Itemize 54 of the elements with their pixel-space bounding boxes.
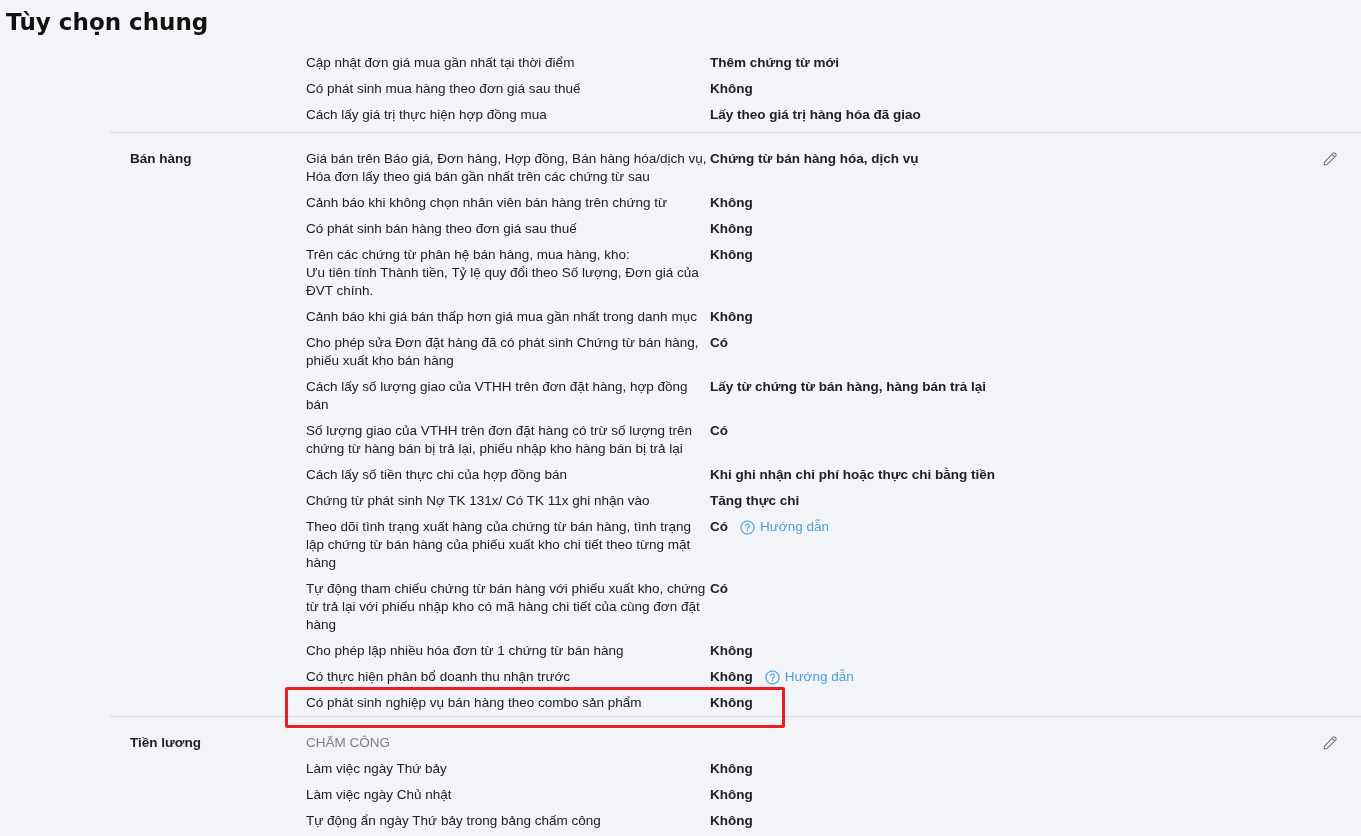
option-value: Không: [710, 194, 753, 212]
option-label: Số lượng giao của VTHH trên đơn đặt hàng có trừ số lượng trên chứng từ hàng bán bị trả lại, phiếu nhập kho hàng bán bị trả lại: [306, 422, 694, 458]
option-label: Có phát sinh mua hàng theo đơn giá sau thuế: [306, 80, 582, 98]
option-value: Không: [710, 760, 753, 778]
option-label: Cách lấy giá trị thực hiện hợp đồng mua: [306, 106, 548, 124]
page-title: Tùy chọn chung: [5, 8, 210, 37]
option-label: Làm việc ngày Chủ nhật: [306, 786, 453, 804]
help-icon: [740, 519, 755, 535]
pencil-icon: [1322, 735, 1338, 751]
option-value: Có: [710, 422, 728, 440]
option-value: Tăng thực chi: [710, 492, 800, 510]
option-label: Cho phép sửa Đơn đặt hàng đã có phát sinh Chứng từ bán hàng, phiếu xuất kho bán hàng: [306, 334, 700, 370]
option-value: Không: [710, 694, 753, 712]
option-value: Không: [710, 642, 753, 660]
option-value: Không: [710, 786, 753, 804]
option-label: Cách lấy số tiền thực chi của hợp đồng bán: [306, 466, 569, 484]
edit-button[interactable]: [1321, 150, 1339, 168]
option-value: Có: [710, 580, 728, 598]
option-value: Không: [710, 220, 753, 238]
edit-button[interactable]: [1321, 734, 1339, 752]
option-label: Chứng từ phát sinh Nợ TK 131x/ Có TK 11x ghi nhận vào: [306, 492, 651, 510]
option-label: Làm việc ngày Thứ bảy: [306, 760, 448, 778]
option-value: Lấy từ chứng từ bán hàng, hàng bán trả lại: [710, 378, 987, 396]
help-icon: [764, 669, 780, 685]
option-label: Tự động tham chiếu chứng từ bán hàng với phiếu xuất kho, chứng từ trả lại với phiếu nhập kho có mã hàng chi tiết của cùng đơn đặt hàng: [306, 580, 707, 634]
option-label: Theo dõi tình trạng xuất hàng của chứng từ bán hàng, tình trạng lập chứng từ bán hàng của phiếu xuất kho chi tiết theo từng mặt hàng: [306, 518, 693, 572]
option-value: Thêm chứng từ mới: [710, 54, 839, 72]
option-value: Không: [710, 812, 753, 830]
option-value: Không: [710, 246, 753, 264]
option-value: Khi ghi nhận chi phí hoặc thực chi bằng tiền: [710, 466, 996, 484]
option-value: Không: [710, 308, 753, 326]
option-value: Lấy theo giá trị hàng hóa đã giao: [710, 106, 921, 124]
option-label: Giá bán trên Báo giá, Đơn hàng, Hợp đồng, Bán hàng hóa/dịch vụ, Hóa đơn lấy theo giá bán gần nhất trên các chứng từ sau: [306, 150, 708, 186]
pencil-icon: [1322, 151, 1338, 167]
option-value: Không: [710, 80, 753, 98]
section-label: Bán hàng: [129, 150, 193, 168]
option-label: Cảnh báo khi không chọn nhân viên bán hàng trên chứng từ: [306, 194, 669, 212]
option-label: Cho phép lập nhiều hóa đơn từ 1 chứng từ bán hàng: [306, 642, 625, 660]
option-label: Cập nhật đơn giá mua gần nhất tại thời điểm: [306, 54, 576, 72]
help-link[interactable]: Hướng dẫn: [764, 668, 854, 686]
option-label: Tự động ẩn ngày Thứ bảy trong bảng chấm công: [306, 812, 602, 830]
option-label: Có phát sinh bán hàng theo đơn giá sau thuế: [306, 220, 578, 238]
option-label: Cách lấy số lượng giao của VTHH trên đơn đặt hàng, hợp đồng bán: [306, 378, 689, 414]
option-value: Không: [710, 668, 753, 686]
option-value: Chứng từ bán hàng hóa, dịch vụ: [710, 150, 919, 168]
help-link[interactable]: Hướng dẫn: [740, 518, 829, 536]
option-label: Có phát sinh nghiệp vụ bán hàng theo combo sản phẩm: [306, 694, 643, 712]
subsection-heading: CHẤM CÔNG: [306, 734, 391, 752]
option-label: Trên các chứng từ phân hệ bán hàng, mua hàng, kho: Ưu tiên tính Thành tiền, Tỷ lệ quy đổi theo Số lượng, Đơn giá của ĐVT chính.: [306, 246, 700, 300]
option-label: Có thực hiện phân bổ doanh thu nhận trước: [306, 668, 572, 686]
section-label: Tiền lương: [129, 734, 202, 752]
option-label: Cảnh báo khi giá bán thấp hơn giá mua gần nhất trong danh mục: [306, 308, 698, 326]
option-value: Có: [710, 518, 728, 536]
option-value: Có: [710, 334, 728, 352]
